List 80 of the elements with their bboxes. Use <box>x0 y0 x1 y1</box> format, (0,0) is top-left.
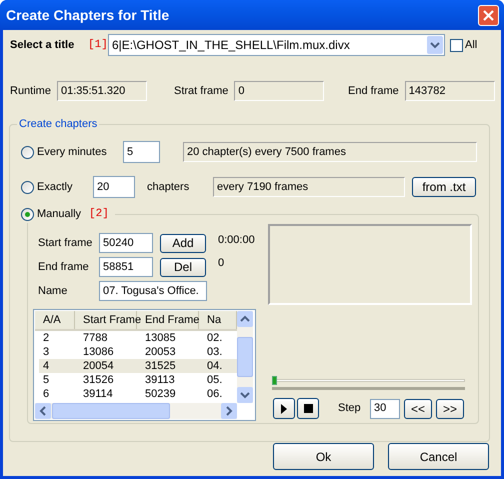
scroll-up-icon[interactable] <box>237 311 253 327</box>
chapters-label: chapters <box>147 180 190 195</box>
play-icon <box>281 404 287 414</box>
info-label: Strat frame <box>174 84 228 99</box>
table-row[interactable]: 4 20054 31525 04. <box>39 359 237 373</box>
column-header[interactable]: A/A <box>35 311 75 329</box>
scroll-down-icon[interactable] <box>237 387 253 403</box>
scroll-thumb[interactable] <box>237 337 253 377</box>
all-label: All <box>465 38 478 53</box>
table-cell-text: 03. <box>206 345 224 359</box>
step-back-button[interactable]: << <box>404 398 432 418</box>
time-label: 0:00:00 <box>218 233 255 248</box>
table-cell-text: 7788 <box>82 331 108 345</box>
field-label: Name <box>38 284 68 299</box>
close-button[interactable] <box>478 4 499 26</box>
step-label: Step <box>338 401 362 416</box>
table-cell-text: 31525 <box>144 359 177 373</box>
name-input[interactable]: 07. Togusa's Office. <box>99 281 207 301</box>
vertical-scrollbar[interactable] <box>237 311 253 403</box>
info-field: 0 <box>234 81 324 101</box>
info-label: End frame <box>348 84 399 99</box>
table-cell-text: 02. <box>206 331 224 345</box>
play-button[interactable] <box>273 398 295 419</box>
position-slider[interactable] <box>272 376 465 390</box>
chapters-input[interactable]: 20 <box>93 176 135 198</box>
exactly-result-field: every 7190 frames <box>213 177 405 197</box>
step-forward-button[interactable]: >> <box>436 398 464 418</box>
scroll-left-icon[interactable] <box>35 403 51 419</box>
frame-input[interactable]: 50240 <box>99 233 153 253</box>
table-cell-text: 50239 <box>144 387 177 401</box>
cancel-button[interactable]: Cancel <box>388 443 489 470</box>
every-minutes-label: Every minutes <box>37 144 108 160</box>
window-title: Create Chapters for Title <box>6 6 170 25</box>
marker-label: [1] <box>88 38 108 53</box>
select-title-label: Select a title <box>10 38 76 53</box>
close-icon <box>483 10 494 20</box>
info-label: Runtime <box>10 84 51 99</box>
table-cell-text: 4 <box>42 359 50 373</box>
table-cell-text: 39113 <box>144 373 176 387</box>
from-txt-button[interactable]: from .txt <box>412 177 476 197</box>
minutes-input[interactable]: 5 <box>123 141 160 163</box>
table-cell-text: 13085 <box>144 331 177 345</box>
title-dropdown[interactable]: 6|E:\GHOST_IN_THE_SHELL\Film.mux.divx <box>108 34 445 56</box>
info-field: 01:35:51.320 <box>56 81 147 101</box>
group-title: Create chapters <box>17 117 100 131</box>
horizontal-scrollbar[interactable] <box>35 403 237 419</box>
scroll-right-icon[interactable] <box>221 403 237 419</box>
table-cell-text: 3 <box>42 345 50 359</box>
table-cell-text: 6 <box>42 387 50 401</box>
field-label: Start frame <box>38 236 94 251</box>
table-cell-text: 31526 <box>82 373 115 387</box>
stop-icon <box>304 404 312 413</box>
radio-button[interactable] <box>21 146 34 158</box>
minutes-result-field: 20 chapter(s) every 7500 frames <box>183 142 477 162</box>
frame-input[interactable]: 58851 <box>99 257 153 277</box>
radio-button[interactable] <box>21 208 34 221</box>
table-cell-text: 2 <box>42 331 50 345</box>
table-cell-text: 20053 <box>144 345 177 359</box>
frame-label: 0 <box>218 256 226 270</box>
table-cell-text: 04. <box>206 359 224 373</box>
field-label: End frame <box>38 260 90 275</box>
all-checkbox[interactable] <box>450 38 463 52</box>
stop-button[interactable] <box>297 398 319 419</box>
table-cell-text: 06. <box>206 387 224 401</box>
table-cell-text: 13086 <box>82 345 115 359</box>
slider-thumb[interactable] <box>272 376 277 385</box>
table-cell-text: 05. <box>206 373 224 387</box>
manually-label: Manually <box>37 207 82 222</box>
marker-label: [2] <box>89 207 109 222</box>
list-edit-button[interactable]: Add <box>160 234 206 252</box>
ok-button[interactable]: Ok <box>273 443 374 470</box>
table-cell-text: 39114 <box>82 387 114 401</box>
list-edit-button[interactable]: Del <box>160 258 206 276</box>
scroll-thumb[interactable] <box>52 403 170 419</box>
table-cell-text: 20054 <box>82 359 115 373</box>
info-field: 143782 <box>404 81 495 101</box>
radio-button[interactable] <box>21 180 34 194</box>
step-input[interactable]: 30 <box>370 398 400 418</box>
exactly-label: Exactly <box>37 180 74 195</box>
table-cell-text: 5 <box>42 373 50 387</box>
